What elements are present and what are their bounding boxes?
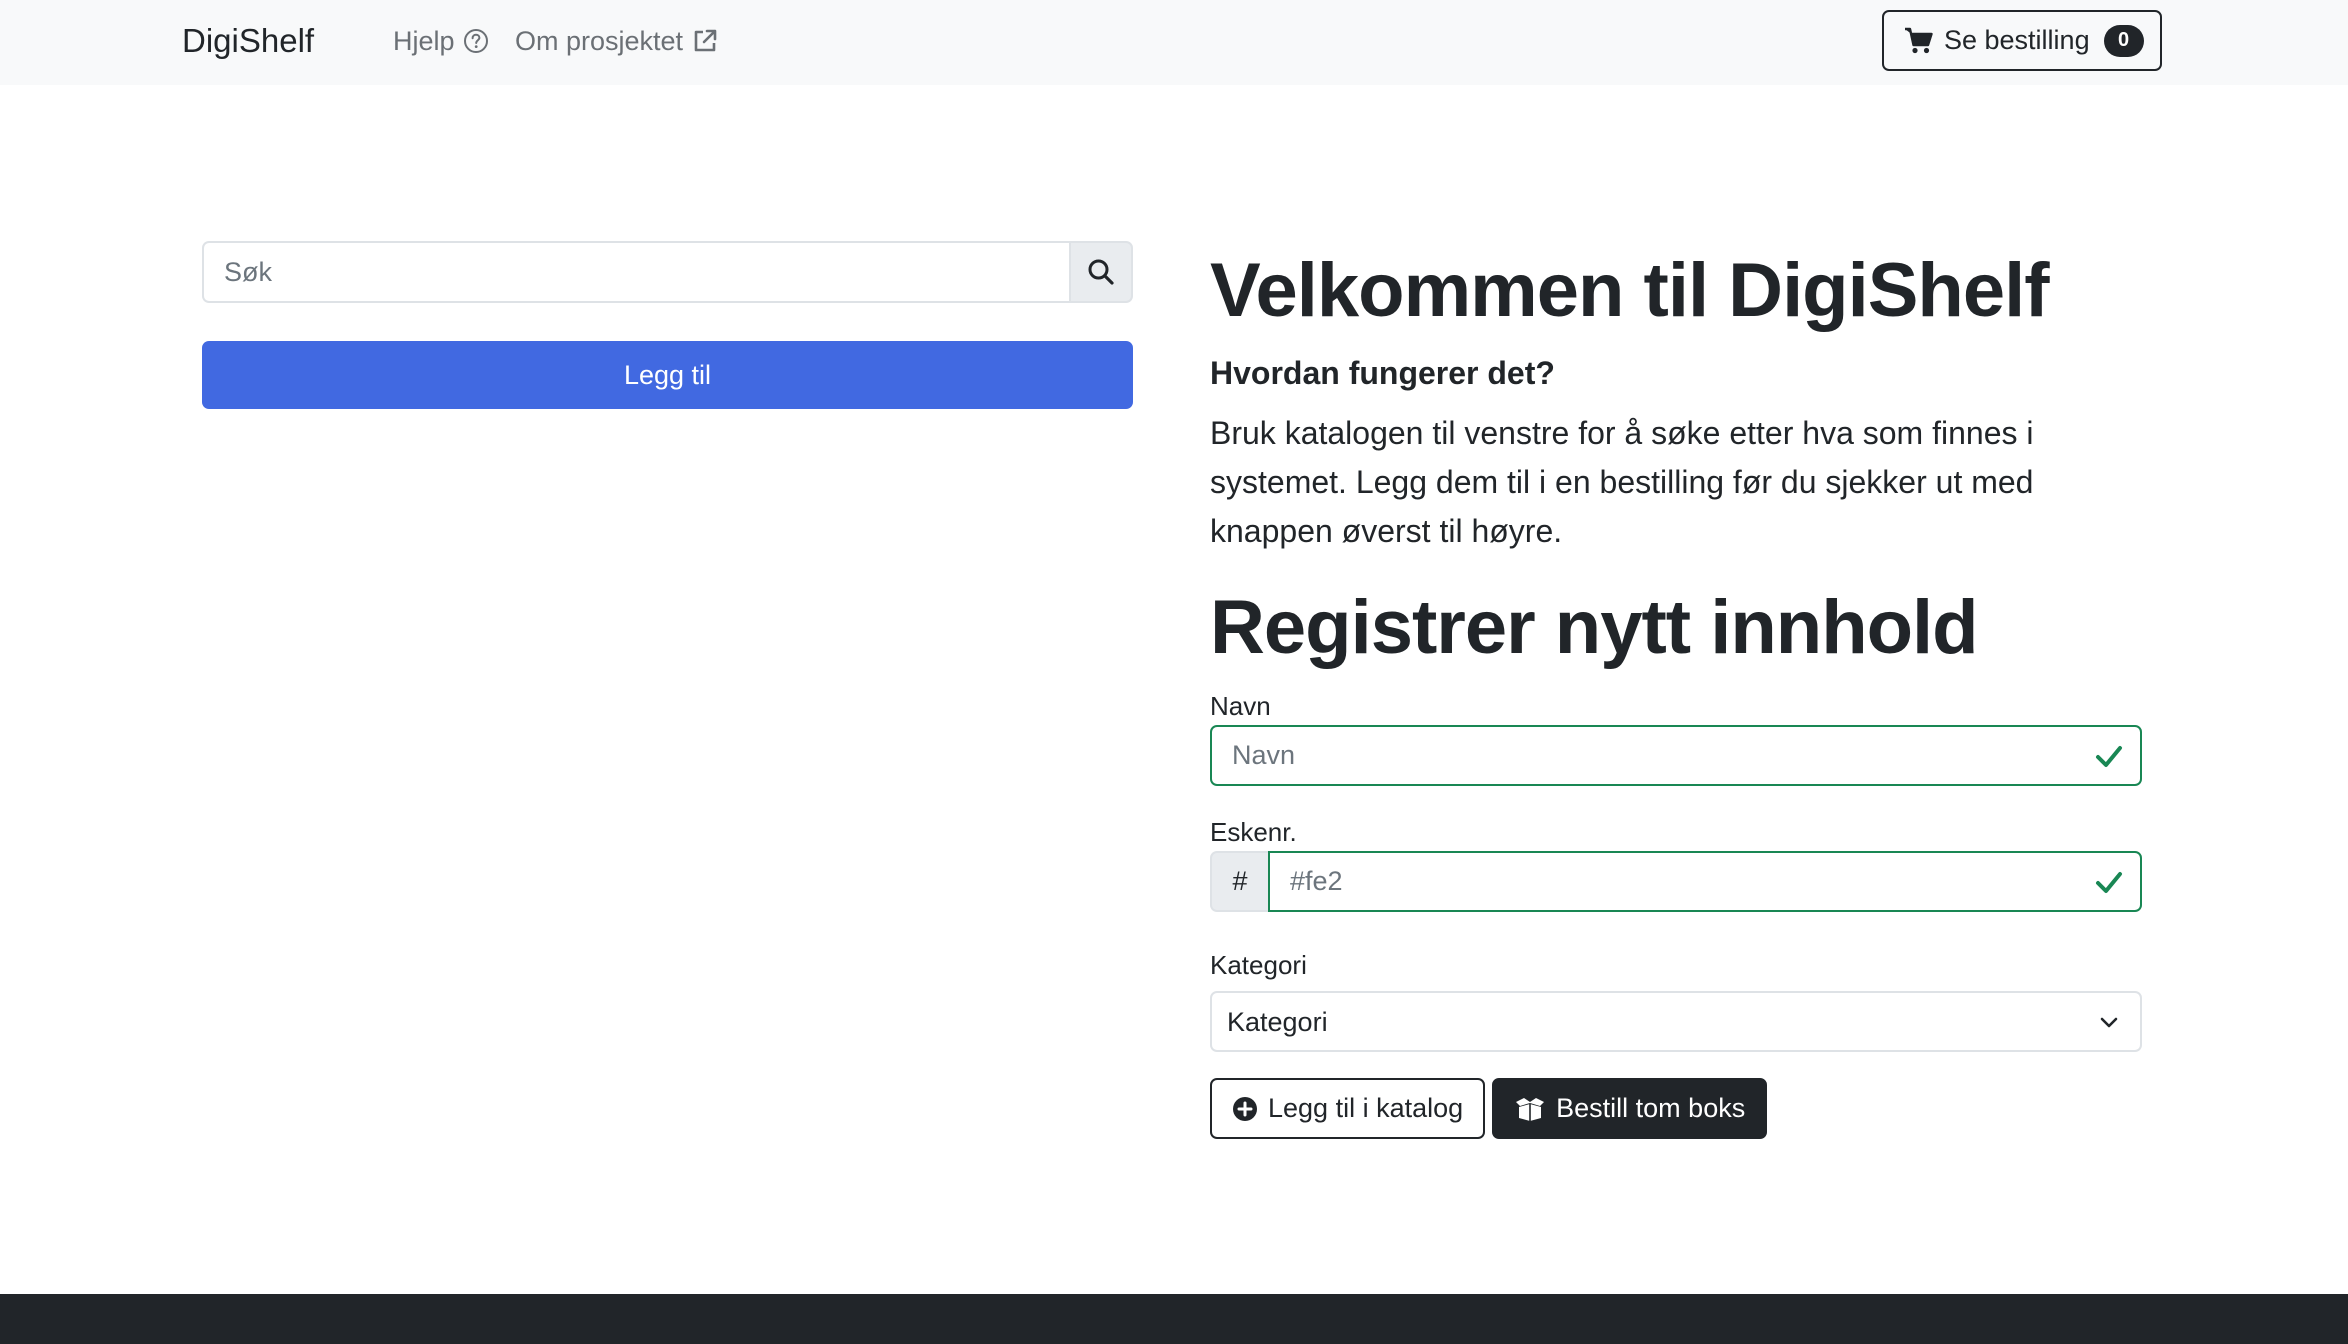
box-number-field-wrap [1268,851,2142,912]
plus-circle-icon [1233,1096,1257,1121]
name-label: Navn [1210,691,1271,721]
welcome-title: Velkommen til DigiShelf [1210,248,2050,333]
how-it-works-text: Bruk katalogen til venstre for å søke et… [1210,415,2034,549]
brand-logo[interactable]: DigiShelf [182,20,314,62]
external-link-icon [694,29,717,52]
order-empty-box-label: Bestill tom boks [1556,1093,1746,1123]
order-count-badge: 0 [2103,24,2144,57]
question-circle-icon [463,29,488,53]
navbar: DigiShelf Hjelp Om prosjektet Se bestill… [0,0,2348,85]
add-to-catalog-label: Legg til i katalog [1268,1093,1464,1123]
footer-bar [0,1294,2348,1344]
nav-help-label: Hjelp [393,26,455,56]
register-title: Registrer nytt innhold [1210,585,1979,670]
box-number-prefix: # [1210,851,1268,912]
nav-about-link[interactable]: Om prosjektet [515,22,719,60]
catalog-add-button[interactable]: Legg til [202,341,1133,409]
cart-icon [1905,27,1933,53]
how-it-works-title: Hvordan fungerer det? [1210,355,1555,391]
catalog-search-input[interactable] [202,241,1069,303]
add-to-catalog-button[interactable]: Legg til i katalog [1210,1078,1486,1139]
box-open-icon [1516,1097,1545,1121]
view-order-label: Se bestilling [1944,25,2090,55]
box-number-group: # [1210,851,2142,912]
register-actions: Legg til i katalog Bestill tom boks [1210,1078,1768,1139]
search-icon [1088,259,1114,285]
box-number-label: Eskenr. [1210,817,1297,847]
check-icon [2096,872,2122,893]
category-select-wrap: Kategori [1210,991,2142,1052]
box-number-input[interactable] [1268,851,2142,912]
name-field-wrap [1210,725,2142,786]
nav-help-link[interactable]: Hjelp [393,22,489,60]
search-button[interactable] [1069,241,1133,303]
catalog-search-group [202,241,1133,303]
name-input[interactable] [1210,725,2142,786]
check-icon [2096,746,2122,767]
nav-about-label: Om prosjektet [515,26,684,56]
category-select[interactable]: Kategori [1210,991,2142,1052]
order-empty-box-button[interactable]: Bestill tom boks [1492,1078,1768,1139]
view-order-button[interactable]: Se bestilling 0 [1882,10,2162,71]
category-label: Kategori [1210,950,1307,980]
